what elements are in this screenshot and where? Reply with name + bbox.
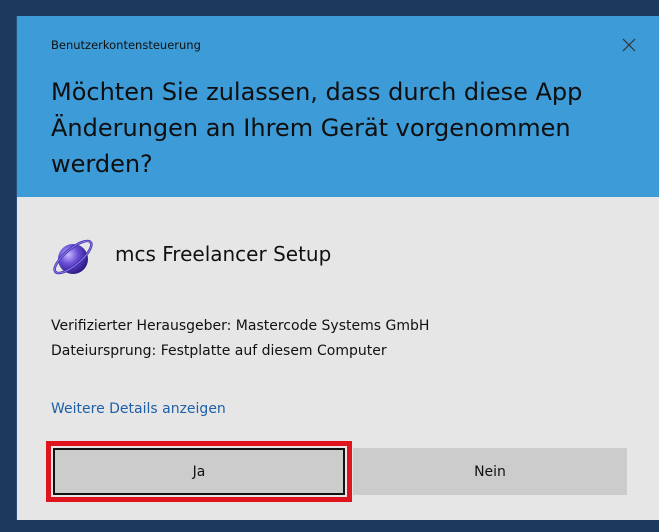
- window-title: Benutzerkontensteuerung: [51, 38, 201, 52]
- file-origin-info: Dateiursprung: Festplatte auf diesem Com…: [51, 343, 387, 359]
- globe-orbit-icon: [53, 239, 93, 275]
- yes-button[interactable]: Ja: [46, 441, 352, 502]
- permission-question: Möchten Sie zulassen, dass durch diese A…: [51, 78, 583, 178]
- app-name: mcs Freelancer Setup: [115, 242, 332, 266]
- close-icon: [622, 38, 636, 52]
- publisher-info: Verifizierter Herausgeber: Mastercode Sy…: [51, 318, 430, 334]
- no-button[interactable]: Nein: [353, 448, 627, 495]
- more-details-link[interactable]: Weitere Details anzeigen: [51, 401, 226, 417]
- close-button[interactable]: [614, 30, 644, 60]
- uac-dialog: Benutzerkontensteuerung Möchten Sie zula…: [16, 16, 659, 520]
- dialog-header: Benutzerkontensteuerung Möchten Sie zula…: [17, 16, 659, 197]
